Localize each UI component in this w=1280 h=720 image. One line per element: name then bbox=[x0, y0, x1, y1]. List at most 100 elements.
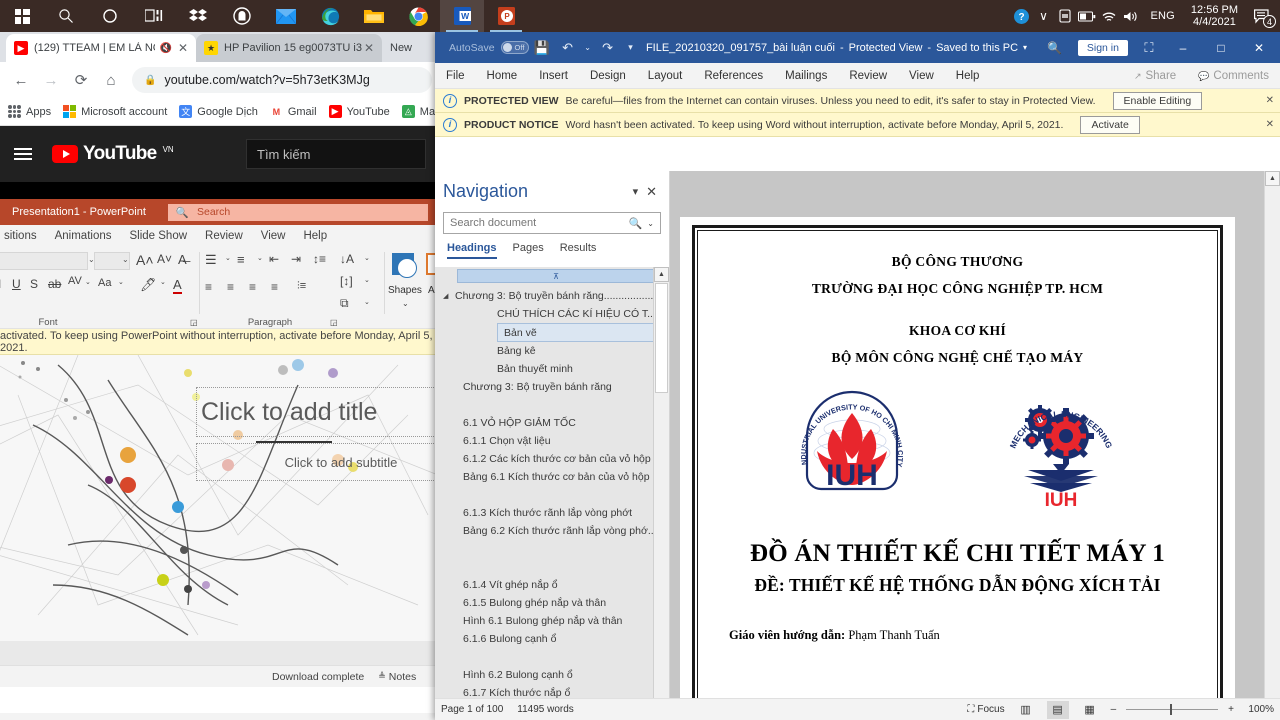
powerpoint-notes-button[interactable]: ≜ Notes bbox=[378, 671, 416, 683]
font-color-icon[interactable]: A bbox=[173, 277, 182, 294]
read-mode-icon[interactable]: ▥ bbox=[1015, 701, 1037, 719]
powerpoint-icon[interactable]: P bbox=[484, 0, 528, 32]
nav-heading-row[interactable]: CHÚ THÍCH CÁC KÍ HIỆU CÓ T... bbox=[435, 305, 669, 323]
file-explorer-icon[interactable] bbox=[352, 0, 396, 32]
tab-help[interactable]: Help bbox=[303, 230, 327, 242]
share-button[interactable]: ↗ Share bbox=[1123, 63, 1187, 89]
ribbon-group-paragraph[interactable]: ☰ ⌄ ≡ ⌄ ⇤ ⇥ ↕≡ ≡ ≡ ≡ ≡ ⫶≡ Paragraph ◲ bbox=[205, 247, 338, 329]
autosave-switch[interactable]: Off bbox=[500, 41, 529, 54]
bookmark-apps[interactable]: Apps bbox=[8, 105, 51, 118]
underline-icon[interactable]: U bbox=[12, 277, 21, 291]
tab-view[interactable]: View bbox=[261, 230, 286, 242]
nav-heading-row[interactable]: Chương 3: Bộ truyền bánh răng bbox=[435, 378, 669, 396]
navigation-rows[interactable]: ◢ Chương 3: Bộ truyền bánh răng.........… bbox=[435, 283, 669, 702]
powerpoint-ribbon[interactable]: ⌄ ⌄ A˄ A˅ A̶ I U S ab AV ⌄ Aa ⌄ 🖊 ⌄ A Fo… bbox=[0, 247, 440, 329]
expander-icon[interactable]: ◢ bbox=[443, 292, 455, 300]
chevron-up-icon[interactable]: ∨ bbox=[1032, 0, 1054, 32]
language-indicator[interactable]: ENG bbox=[1142, 0, 1182, 32]
search-icon[interactable]: 🔍 bbox=[629, 217, 643, 230]
protected-view-bar[interactable]: i PROTECTED VIEW Be careful—files from t… bbox=[435, 89, 1280, 113]
slide-subtitle-placeholder[interactable]: Click to add subtitle bbox=[196, 443, 438, 481]
chevron-down-icon[interactable]: ⌄ bbox=[85, 278, 91, 286]
tab-file[interactable]: File bbox=[435, 63, 476, 89]
reload-icon[interactable]: ⟳ bbox=[68, 67, 94, 93]
bookmark-microsoft-account[interactable]: Microsoft account bbox=[63, 105, 167, 118]
minimize-button[interactable]: – bbox=[1164, 32, 1202, 63]
chevron-down-icon[interactable]: ⌄ bbox=[160, 278, 166, 286]
powerpoint-slide-area[interactable]: Click to add title Click to add subtitle bbox=[0, 355, 440, 665]
back-icon[interactable]: ← bbox=[8, 67, 34, 93]
tab-animations[interactable]: Animations bbox=[55, 230, 112, 242]
focus-button[interactable]: ⛶ Focus bbox=[967, 704, 1004, 715]
enable-editing-button[interactable]: Enable Editing bbox=[1112, 91, 1203, 110]
powerpoint-status-bar[interactable]: Download complete ≜ Notes bbox=[0, 665, 440, 687]
youtube-search-input[interactable]: Tìm kiếm bbox=[246, 139, 426, 169]
zoom-slider[interactable] bbox=[1126, 704, 1219, 715]
nav-heading-row[interactable]: 6.1.3 Kích thước rãnh lắp vòng phớt bbox=[435, 504, 669, 522]
dropbox-icon[interactable] bbox=[176, 0, 220, 32]
chevron-down-icon[interactable]: ⌄ bbox=[118, 278, 124, 286]
hamburger-menu-icon[interactable] bbox=[14, 148, 32, 160]
align-center-icon[interactable]: ≡ bbox=[227, 280, 234, 294]
tab-view[interactable]: View bbox=[898, 63, 945, 89]
forward-icon[interactable]: → bbox=[38, 67, 64, 93]
chrome-icon[interactable] bbox=[396, 0, 440, 32]
align-right-icon[interactable]: ≡ bbox=[249, 280, 256, 294]
navigation-scroll-indicator[interactable]: ⊼ bbox=[457, 269, 655, 283]
decrease-indent-icon[interactable]: ⇤ bbox=[269, 252, 279, 266]
nav-heading-row-empty[interactable] bbox=[435, 396, 669, 414]
close-icon[interactable]: ✕ bbox=[1266, 119, 1274, 130]
zoom-level[interactable]: 100% bbox=[1244, 704, 1274, 715]
nav-heading-row[interactable]: 6.1.1 Chọn vật liệu bbox=[435, 432, 669, 450]
web-layout-icon[interactable]: ▦ bbox=[1079, 701, 1101, 719]
ribbon-group-drawing[interactable]: Shapes Ar ⌄ bbox=[388, 247, 440, 329]
nav-heading-row-empty[interactable] bbox=[435, 648, 669, 666]
bookmarks-bar[interactable]: Apps Microsoft account 文 Google Dịch M G… bbox=[0, 98, 440, 126]
tab-results[interactable]: Results bbox=[560, 242, 597, 259]
navigation-search-input[interactable]: Search document 🔍 ⌄ bbox=[443, 212, 661, 234]
tab-home[interactable]: Home bbox=[476, 63, 529, 89]
increase-font-size-icon[interactable]: A˄ bbox=[136, 252, 154, 268]
start-button[interactable] bbox=[0, 0, 44, 32]
decrease-font-size-icon[interactable]: A˅ bbox=[157, 252, 172, 266]
powerpoint-ribbon-tabs[interactable]: sitions Animations Slide Show Review Vie… bbox=[0, 225, 440, 247]
chevron-down-icon[interactable]: ⌄ bbox=[647, 219, 654, 228]
line-spacing-icon[interactable]: ↕≡ bbox=[313, 252, 326, 266]
word-window[interactable]: AutoSave Off 💾 ↶ ⌄ ↷ ▾ FILE_20210320_091… bbox=[435, 32, 1280, 720]
tab-headings[interactable]: Headings bbox=[447, 242, 497, 259]
tab-mute-icon[interactable]: 🔇 bbox=[159, 43, 171, 54]
close-icon[interactable]: ✕ bbox=[646, 184, 661, 200]
taskbar-icons[interactable]: W P bbox=[0, 0, 528, 32]
print-layout-icon[interactable]: ▤ bbox=[1046, 700, 1069, 719]
activate-button[interactable]: Activate bbox=[1080, 115, 1140, 134]
close-button[interactable]: ✕ bbox=[1240, 32, 1278, 63]
character-spacing-icon[interactable]: AV bbox=[68, 275, 82, 287]
nav-heading-row[interactable]: ◢ Chương 3: Bộ truyền bánh răng.........… bbox=[435, 287, 669, 305]
nav-heading-row[interactable]: Bảng 6.1 Kích thước cơ bản của vỏ hộp bbox=[435, 468, 669, 486]
italic-icon[interactable]: I bbox=[0, 277, 1, 291]
customize-quick-access-icon[interactable]: ▾ bbox=[621, 32, 641, 63]
bookmark-youtube[interactable]: ▶ YouTube bbox=[328, 105, 390, 118]
clear-formatting-icon[interactable]: A̶ bbox=[178, 252, 187, 267]
document-vertical-scrollbar[interactable]: ▲ ▼ bbox=[1264, 171, 1280, 720]
redo-icon[interactable]: ↷ bbox=[595, 32, 621, 63]
document-view[interactable]: BỘ CÔNG THƯƠNG TRƯỜNG ĐẠI HỌC CÔNG NGHIỆ… bbox=[670, 171, 1280, 720]
maximize-button[interactable]: □ bbox=[1202, 32, 1240, 63]
paragraph-dialog-launcher-icon[interactable]: ◲ bbox=[330, 318, 338, 327]
chrome-toolbar[interactable]: ← → ⟳ ⌂ 🔒 youtube.com/watch?v=5h73etK3MJ… bbox=[0, 62, 440, 98]
columns-icon[interactable]: ⫶≡ bbox=[297, 280, 306, 293]
nav-heading-row[interactable]: Bản thuyết minh bbox=[435, 360, 669, 378]
tab-layout[interactable]: Layout bbox=[637, 63, 694, 89]
tab-transitions[interactable]: sitions bbox=[4, 230, 37, 242]
word-count[interactable]: 11495 words bbox=[517, 704, 574, 715]
search-icon[interactable] bbox=[44, 0, 88, 32]
align-left-icon[interactable]: ≡ bbox=[205, 280, 212, 294]
tab-references[interactable]: References bbox=[693, 63, 774, 89]
tab-review[interactable]: Review bbox=[205, 230, 243, 242]
tab-close-icon[interactable]: ✕ bbox=[178, 41, 188, 55]
shapes-gallery-icon[interactable] bbox=[392, 253, 422, 281]
justify-icon[interactable]: ≡ bbox=[271, 280, 278, 294]
nav-heading-row[interactable]: Hình 6.1 Bulong ghép nắp và thân bbox=[435, 612, 669, 630]
tab-review[interactable]: Review bbox=[838, 63, 898, 89]
navigation-pane[interactable]: Navigation ▾ ✕ Search document 🔍 ⌄ Headi… bbox=[435, 171, 670, 720]
